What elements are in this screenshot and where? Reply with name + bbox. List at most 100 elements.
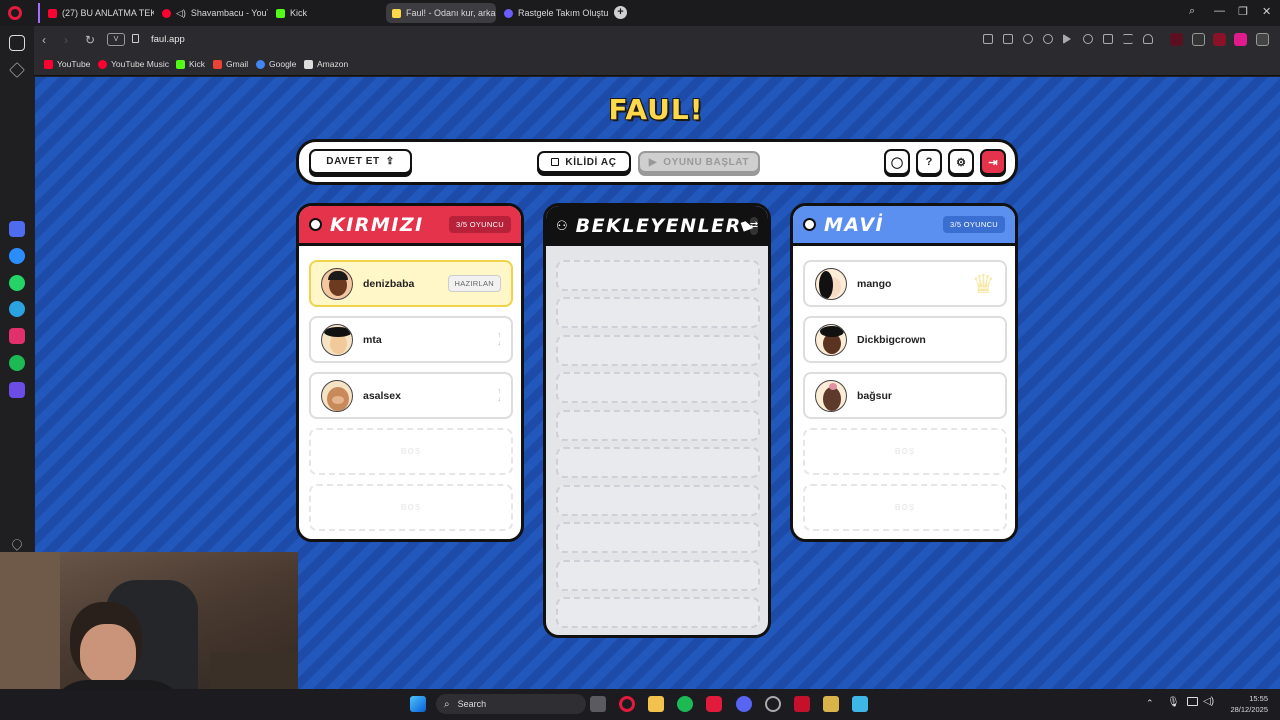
file-explorer-icon[interactable] [648, 696, 664, 712]
back-icon[interactable]: ‹ [42, 33, 46, 47]
waiting-slot[interactable] [556, 597, 760, 628]
messenger-icon[interactable] [9, 248, 25, 264]
empty-slot[interactable]: BOŞ [803, 484, 1007, 531]
bookmark-youtube-music[interactable]: YouTube Music [98, 59, 169, 69]
notepad-icon[interactable] [852, 696, 868, 712]
empty-slot[interactable]: BOŞ [309, 484, 513, 531]
instagram-icon[interactable] [9, 328, 25, 344]
bookmark-gmail[interactable]: Gmail [213, 59, 248, 69]
waiting-slot[interactable] [556, 372, 760, 403]
red-team-header[interactable]: KIRMIZI 3/5 OYUNCU [299, 206, 521, 246]
opera-gx-icon[interactable] [706, 696, 722, 712]
search-icon: ⌕ [444, 698, 450, 710]
tab-youtube-music[interactable]: ◁) Shavambacu - YouTub [156, 3, 268, 23]
volume-icon[interactable]: ◁) [1203, 696, 1214, 707]
close-icon[interactable]: ✕ [1262, 5, 1271, 18]
empty-slot[interactable]: BOŞ [309, 428, 513, 475]
waiting-slot[interactable] [556, 410, 760, 441]
player-row[interactable]: asalsex ↑ ↓ [309, 372, 513, 419]
aria-icon[interactable] [9, 221, 25, 237]
extension-icon[interactable] [1170, 33, 1183, 46]
minimize-icon[interactable]: — [1214, 5, 1225, 17]
waiting-slot[interactable] [556, 335, 760, 366]
discord-icon[interactable] [736, 696, 752, 712]
home-icon[interactable] [9, 35, 25, 51]
steam-icon[interactable] [765, 696, 781, 712]
new-tab-button[interactable]: + [614, 6, 627, 19]
bookmark-amazon[interactable]: Amazon [304, 59, 348, 69]
clock[interactable]: 15:55 28/12/2025 [1220, 693, 1268, 715]
tab-kick[interactable]: Kick [270, 3, 380, 23]
app-icon[interactable] [794, 696, 810, 712]
player-sidebar-icon[interactable] [9, 382, 25, 398]
unlock-button[interactable]: KİLİDİ AÇ [537, 151, 631, 173]
bookmark-google[interactable]: Google [256, 59, 296, 69]
telegram-icon[interactable] [9, 301, 25, 317]
player-row[interactable]: mta ↑ ↓ [309, 316, 513, 363]
player-row[interactable]: bağsur [803, 372, 1007, 419]
forward-icon[interactable]: › [64, 33, 68, 47]
edit-icon[interactable] [983, 34, 993, 44]
extension-icon[interactable] [1213, 33, 1226, 46]
opera-logo-icon[interactable] [8, 6, 22, 20]
lock-icon[interactable] [132, 34, 139, 43]
waiting-slot[interactable] [556, 522, 760, 553]
opera-taskbar-icon[interactable] [619, 696, 635, 712]
red-team-radio-icon[interactable] [309, 218, 322, 231]
player-row[interactable]: mango ♛ [803, 260, 1007, 307]
empty-slot[interactable]: BOŞ [803, 428, 1007, 475]
invite-button[interactable]: DAVET ET ⇪ [309, 149, 412, 174]
bookmark-kick[interactable]: Kick [176, 59, 205, 69]
ready-badge[interactable]: HAZIRLAN [447, 275, 501, 292]
leave-icon[interactable]: ⇥ [980, 149, 1006, 175]
microphone-icon[interactable]: 🎙 [1167, 697, 1180, 708]
app-icon[interactable] [823, 696, 839, 712]
player-icon[interactable] [1063, 34, 1071, 44]
heart-icon[interactable] [1083, 34, 1093, 44]
task-view-icon[interactable] [590, 696, 606, 712]
download-icon[interactable] [1103, 34, 1113, 44]
shield-icon[interactable] [1023, 34, 1033, 44]
extension-icon[interactable] [1192, 33, 1205, 46]
empty-slot-label: BOŞ [894, 503, 916, 512]
blue-team-header[interactable]: MAVİ 3/5 OYUNCU [793, 206, 1015, 246]
tab-youtube[interactable]: (27) BU ANLATMA TEKNİĞ [42, 3, 154, 23]
network-icon[interactable] [1187, 697, 1198, 706]
reorder-icon[interactable]: ↑ ↓ [498, 332, 502, 348]
vpn-icon[interactable] [1043, 34, 1053, 44]
settings-icon[interactable]: ⚙ [948, 149, 974, 175]
reload-icon[interactable]: ↻ [85, 33, 95, 47]
waiting-slot[interactable] [556, 297, 760, 328]
whatsapp-icon[interactable] [9, 275, 25, 291]
waiting-slot[interactable] [556, 485, 760, 516]
blue-team-radio-icon[interactable] [803, 218, 816, 231]
bookmark-youtube[interactable]: YouTube [44, 59, 90, 69]
extension-icon[interactable] [1234, 33, 1247, 46]
waiting-slot[interactable] [556, 560, 760, 591]
extension-icon[interactable] [1256, 33, 1269, 46]
chat-icon[interactable]: ◯ [884, 149, 910, 175]
spotify-icon[interactable] [9, 355, 25, 371]
tab-team-generator[interactable]: Rastgele Takım Oluşturucu [498, 3, 608, 23]
player-row[interactable]: Dickbigcrown [803, 316, 1007, 363]
help-icon[interactable]: ? [916, 149, 942, 175]
start-game-button[interactable]: ▶ OYUNU BAŞLAT [638, 151, 760, 173]
maximize-icon[interactable]: ❐ [1238, 5, 1248, 18]
taskbar-search[interactable]: ⌕ Search [436, 694, 586, 714]
waiting-slot[interactable] [556, 260, 760, 291]
search-tabs-icon[interactable]: ⌕ [1189, 5, 1195, 18]
tab-faul[interactable]: Faul! - Odanı kur, arkada [386, 3, 496, 23]
profile-icon[interactable] [1143, 34, 1153, 44]
chevron-up-icon[interactable]: ⌃ [1146, 698, 1154, 709]
amazon-icon [304, 59, 313, 69]
camera-icon[interactable] [1003, 34, 1013, 44]
spotify-taskbar-icon[interactable] [677, 696, 693, 712]
version-badge[interactable]: V [107, 33, 125, 46]
reorder-icon[interactable]: ↑ ↓ [498, 388, 502, 404]
player-row[interactable]: denizbaba HAZIRLAN [309, 260, 513, 307]
player-name: asalsex [363, 389, 401, 402]
menu-icon[interactable] [1123, 34, 1133, 44]
url-field[interactable]: faul.app [151, 34, 185, 45]
waiting-slot[interactable] [556, 447, 760, 478]
windows-start-icon[interactable] [410, 696, 426, 712]
